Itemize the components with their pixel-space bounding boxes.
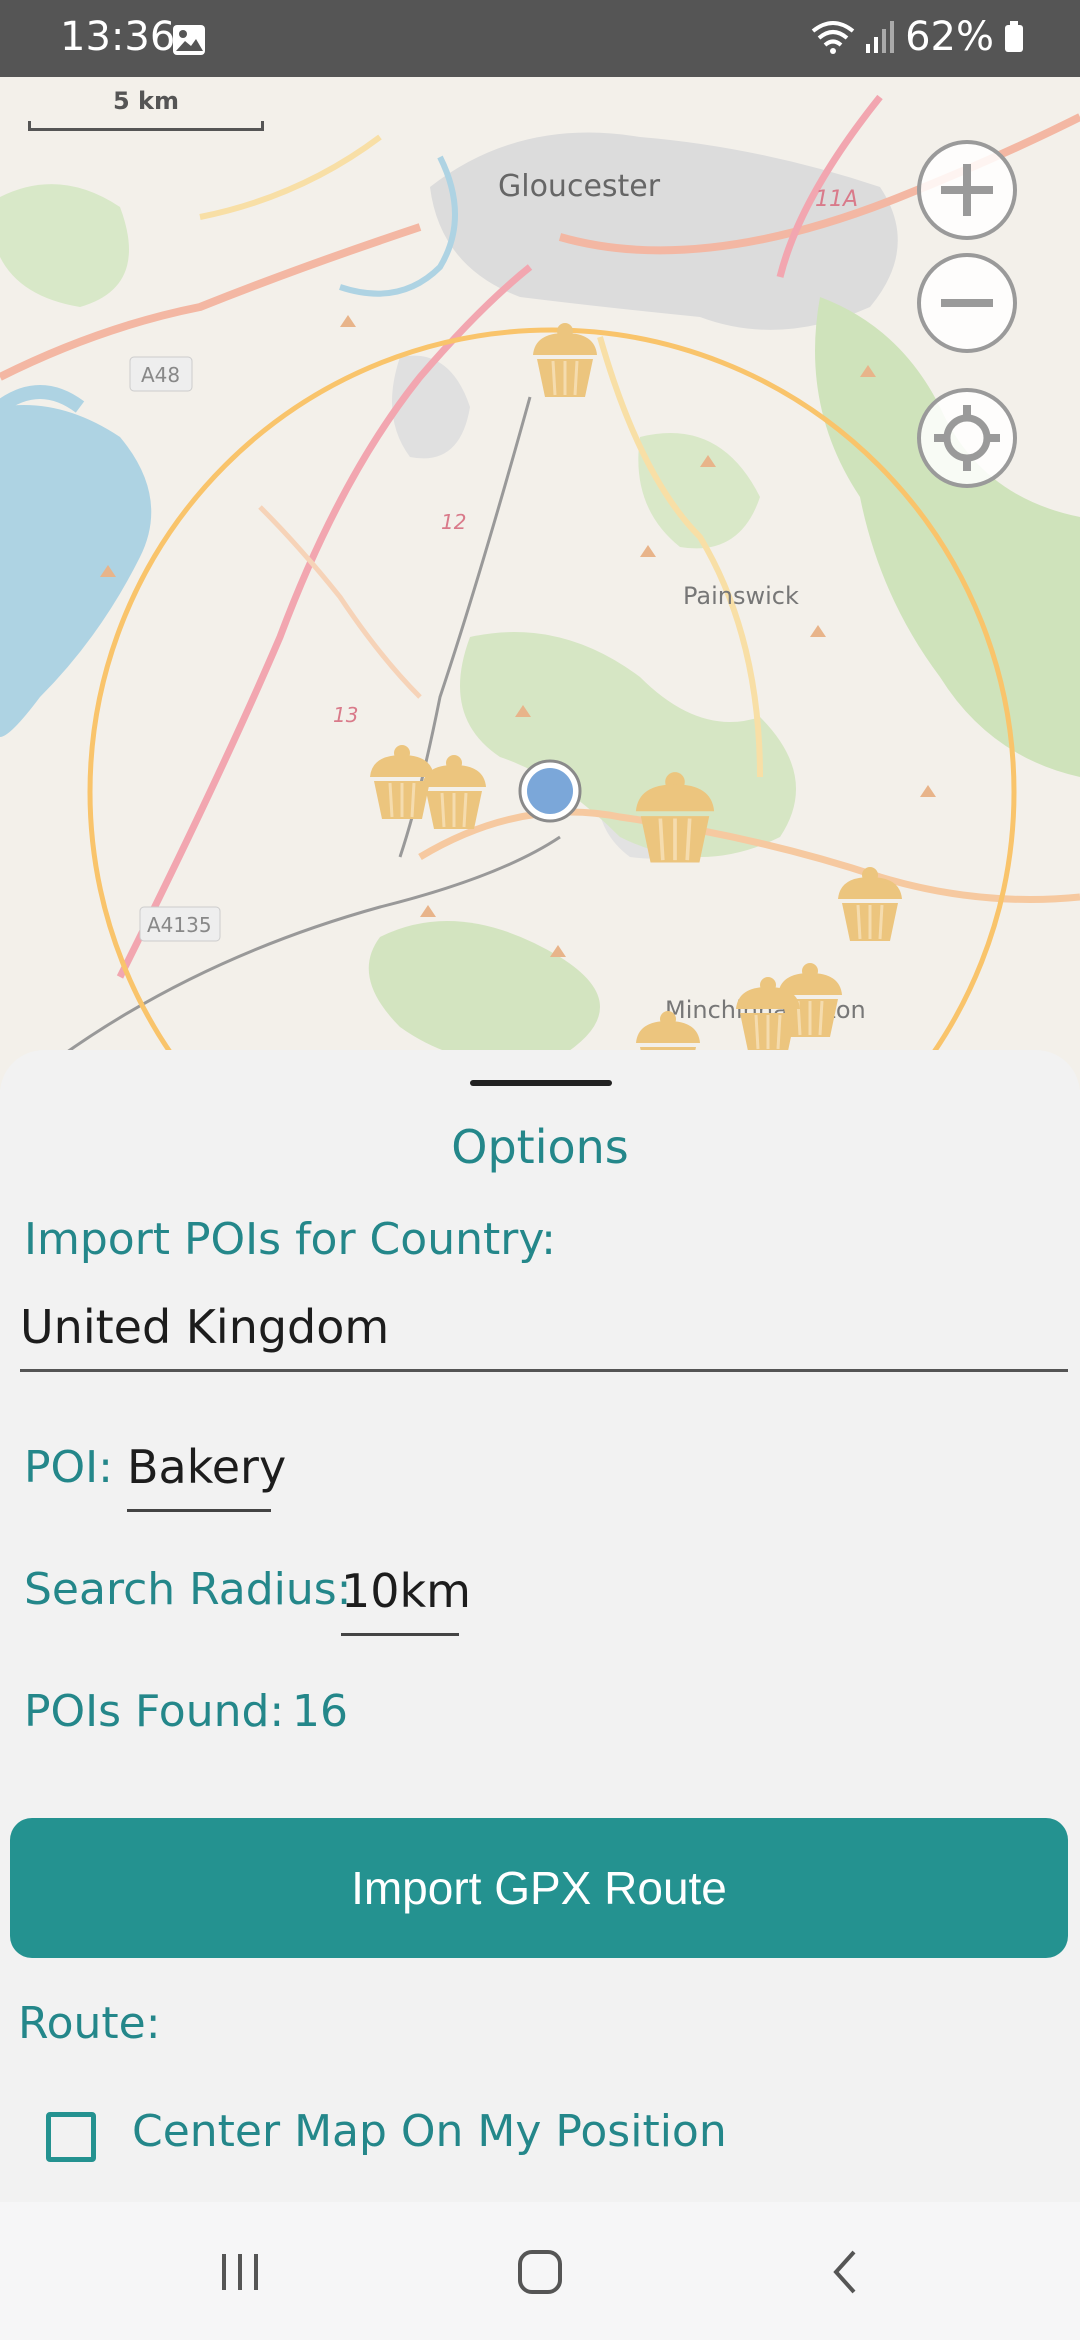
- wifi-icon: [811, 21, 855, 54]
- zoom-in-icon: [941, 164, 993, 216]
- road-label-13: 13: [333, 703, 359, 727]
- locate-button[interactable]: [917, 388, 1017, 488]
- battery-percent: 62%: [905, 14, 994, 60]
- road-label-a48: A48: [141, 363, 181, 387]
- status-bar: 13:36 62%: [0, 0, 1080, 77]
- poi-label: POI:: [24, 1442, 113, 1493]
- cupcake-icon[interactable]: [625, 755, 725, 865]
- system-nav-bar: [0, 2202, 1080, 2340]
- route-label: Route:: [18, 1998, 161, 2049]
- status-time: 13:36: [60, 14, 176, 60]
- cupcake-icon[interactable]: [830, 853, 910, 943]
- options-title: Options: [451, 1120, 629, 1174]
- pois-found-label: POIs Found:: [24, 1686, 285, 1737]
- radius-select[interactable]: 10km: [341, 1564, 471, 1636]
- road-label-11a: 11A: [815, 187, 859, 212]
- center-map-label[interactable]: Center Map On My Position: [132, 2106, 727, 2157]
- cupcake-icon[interactable]: [414, 741, 494, 831]
- poi-select[interactable]: Bakery: [127, 1440, 286, 1512]
- signal-icon: [866, 21, 895, 53]
- back-icon[interactable]: [822, 2248, 870, 2296]
- user-location-icon: [518, 759, 582, 823]
- sheet-drag-handle[interactable]: [470, 1080, 612, 1086]
- locate-icon: [934, 405, 1000, 471]
- import-gpx-button[interactable]: Import GPX Route: [10, 1818, 1068, 1958]
- battery-icon: [1005, 21, 1023, 52]
- center-map-checkbox[interactable]: [46, 2112, 96, 2162]
- zoom-out-icon: [941, 299, 993, 307]
- scale-line: [28, 121, 264, 131]
- options-sheet: Options Import POIs for Country: United …: [0, 1050, 1080, 2202]
- pois-found-count: 16: [292, 1686, 348, 1737]
- scale-label: 5 km: [112, 87, 180, 115]
- map-view[interactable]: Gloucester Painswick Minchinhampton A48 …: [0, 77, 1080, 1090]
- map-tiles[interactable]: [0, 77, 1080, 1090]
- country-label: Import POIs for Country:: [24, 1214, 556, 1265]
- place-label-gloucester: Gloucester: [498, 169, 661, 204]
- home-icon[interactable]: [516, 2248, 564, 2296]
- cupcake-icon[interactable]: [525, 309, 605, 399]
- road-label-a4135: A4135: [147, 913, 212, 937]
- radius-label: Search Radius:: [24, 1564, 352, 1615]
- scale-bar: 5 km: [28, 81, 264, 131]
- recent-apps-icon[interactable]: [216, 2248, 264, 2296]
- country-select[interactable]: United Kingdom: [20, 1300, 1068, 1372]
- place-label-painswick: Painswick: [683, 582, 799, 610]
- zoom-out-button[interactable]: [917, 253, 1017, 353]
- road-label-12: 12: [441, 510, 467, 534]
- zoom-in-button[interactable]: [917, 140, 1017, 240]
- image-icon: [173, 25, 205, 55]
- cupcake-icon[interactable]: [728, 963, 808, 1053]
